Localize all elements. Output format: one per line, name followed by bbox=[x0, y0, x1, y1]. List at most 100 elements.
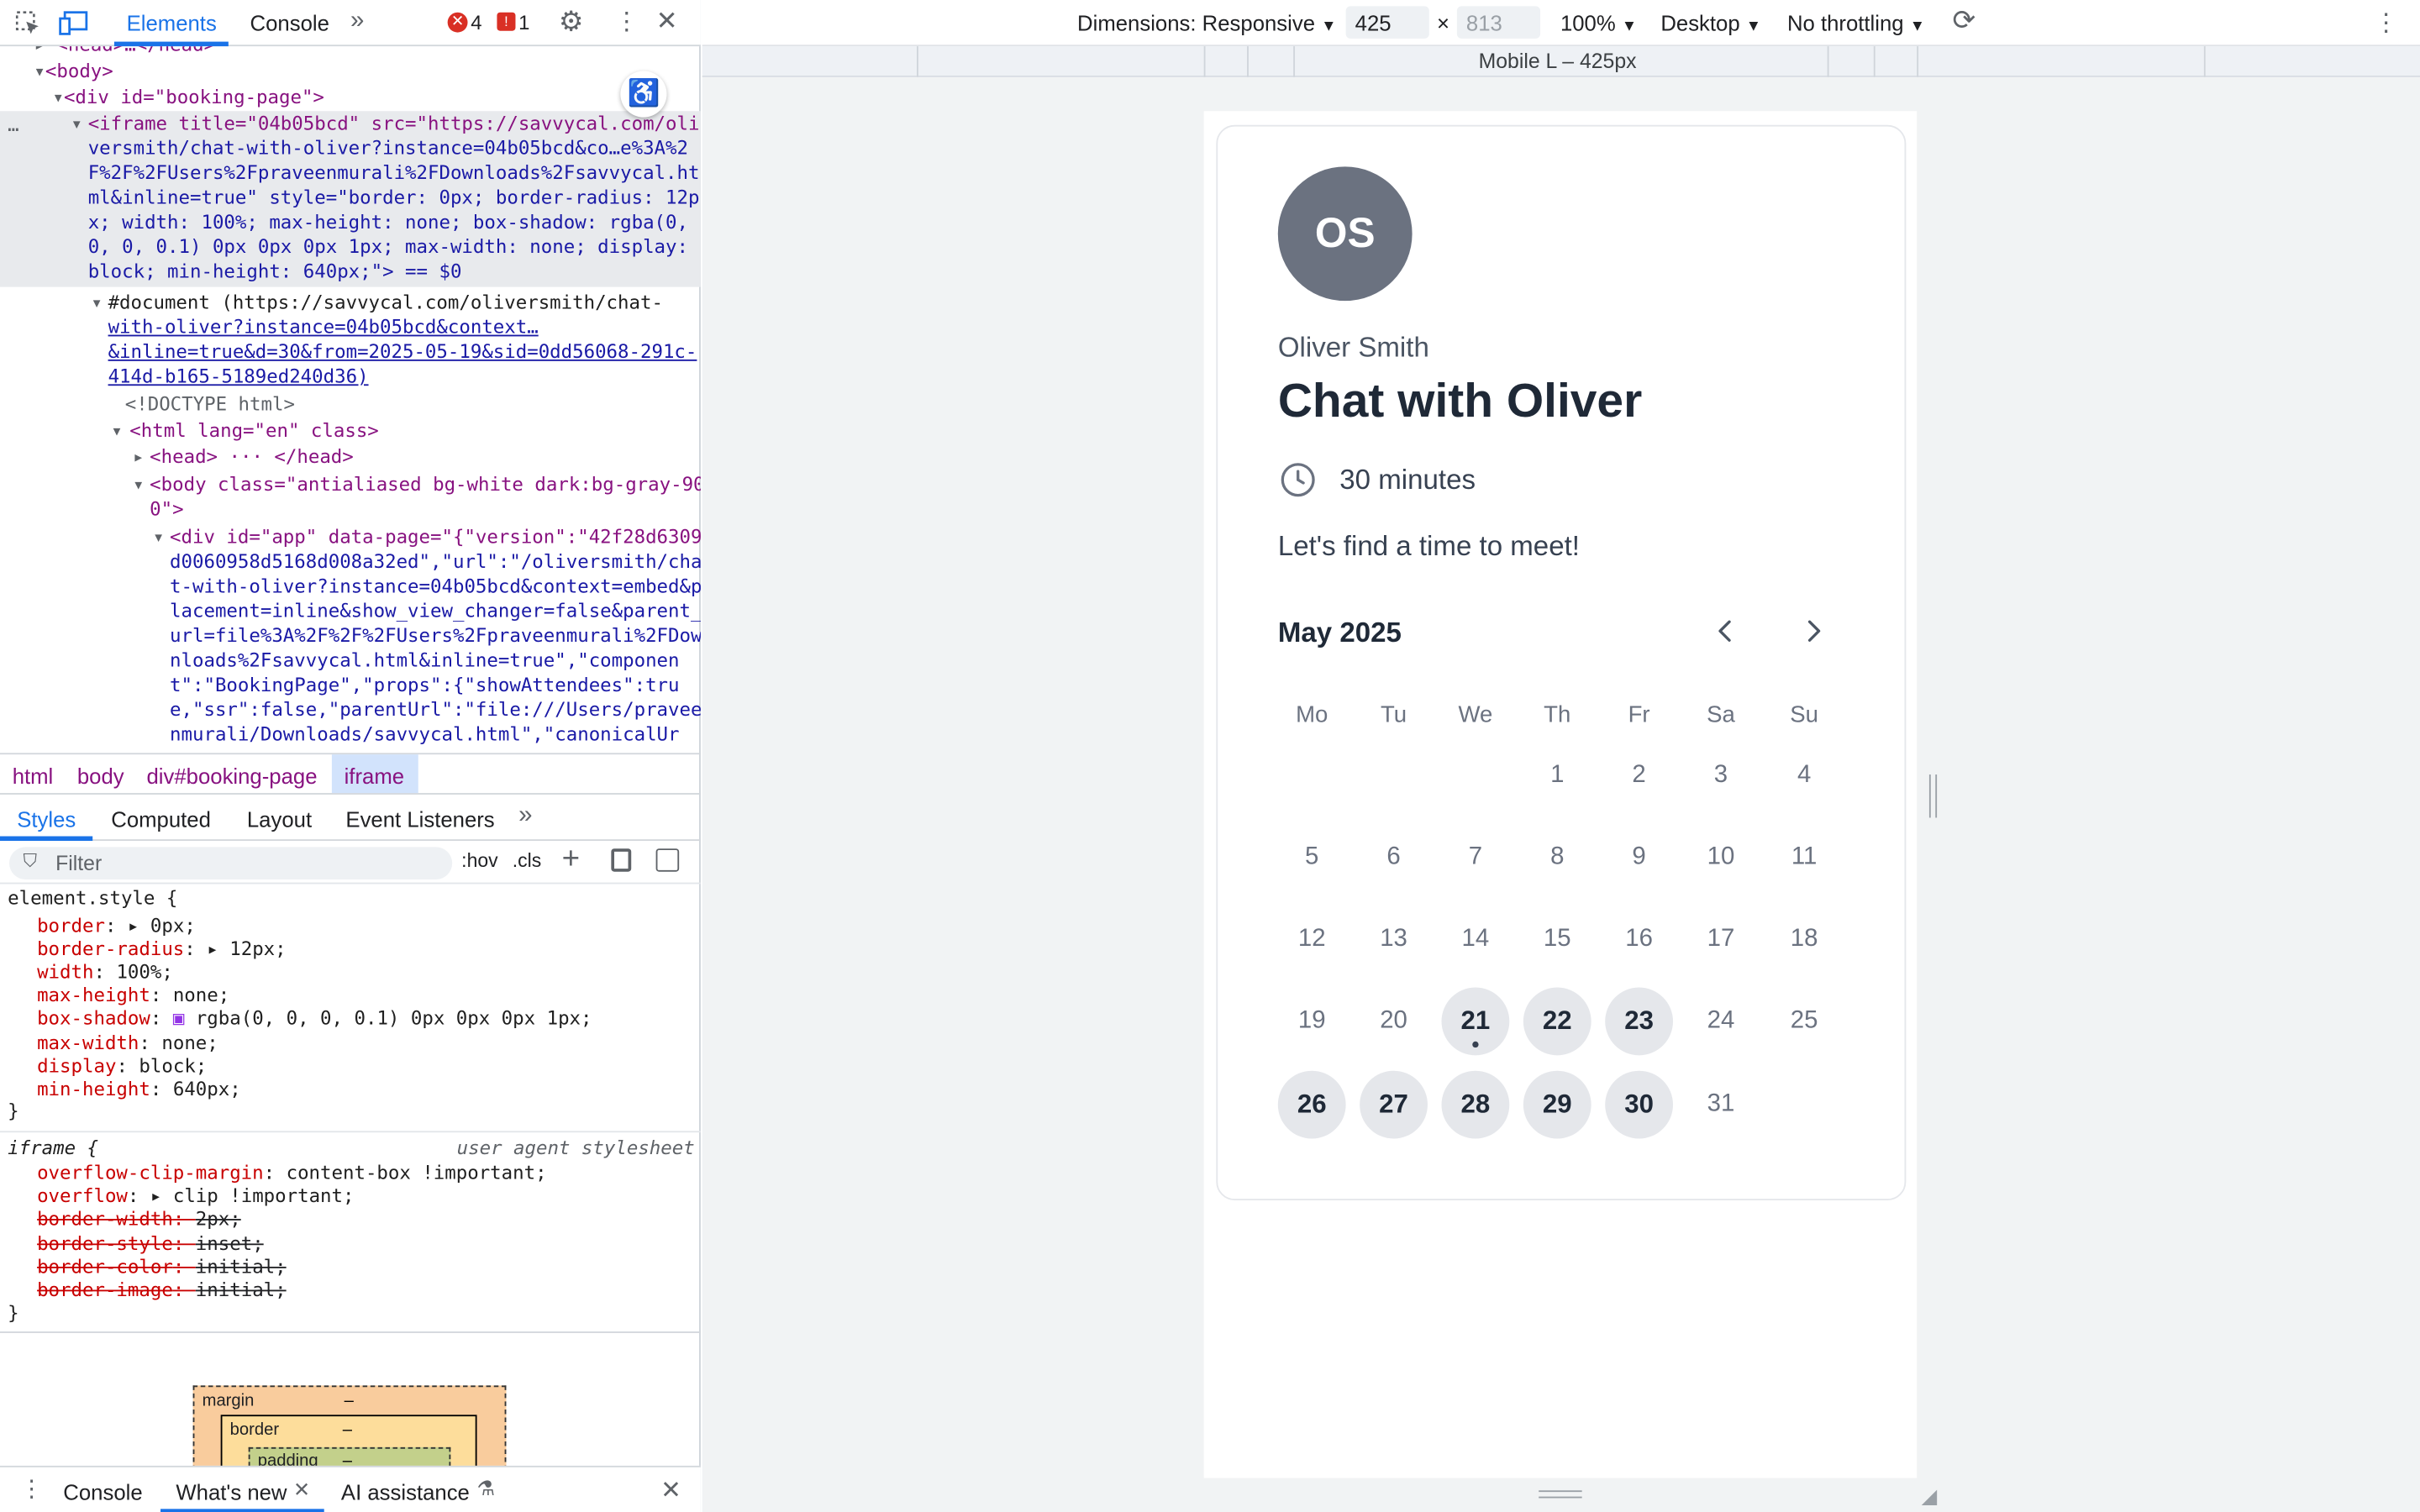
hov-toggle[interactable]: :hov bbox=[461, 850, 497, 872]
drawer-tab-ai-assistance[interactable]: AI assistance bbox=[341, 1479, 470, 1504]
css-property[interactable]: border-radius bbox=[37, 937, 184, 959]
dimensions-select[interactable]: Dimensions: Responsive ▼ bbox=[1077, 11, 1336, 35]
css-property[interactable]: max-height bbox=[37, 984, 150, 1006]
tab-elements[interactable]: Elements bbox=[127, 11, 217, 35]
iframe-rule[interactable]: overflow-clip-margin: content-box !impor… bbox=[37, 1162, 546, 1185]
ruler-segment[interactable] bbox=[917, 46, 918, 77]
warning-count[interactable]: 1 bbox=[518, 11, 529, 34]
ruler-segment[interactable] bbox=[1917, 46, 1919, 77]
iframe-line-0[interactable]: <iframe title="04b05bcd" src="https://sa… bbox=[88, 111, 700, 136]
inspect-element-icon[interactable] bbox=[14, 9, 42, 37]
calendar-day-available[interactable]: 23 bbox=[1605, 987, 1674, 1056]
cls-toggle[interactable]: .cls bbox=[513, 850, 541, 872]
resize-handle-bottom[interactable] bbox=[1539, 1490, 1582, 1499]
zoom-select[interactable]: 100% ▼ bbox=[1560, 11, 1637, 35]
tree-line-body[interactable]: ▾<body> bbox=[34, 59, 113, 84]
css-value[interactable]: rgba(0, 0, 0, 0.1) 0px 0px 0px 1px; bbox=[196, 1008, 592, 1030]
resize-corner-icon[interactable]: ◢ bbox=[1922, 1484, 1937, 1509]
css-property[interactable]: border-width bbox=[37, 1209, 173, 1231]
iframe-rule[interactable]: border-color: initial; bbox=[37, 1256, 287, 1279]
width-input[interactable]: 425 bbox=[1345, 6, 1429, 39]
close-tab-icon[interactable]: ✕ bbox=[293, 1478, 310, 1503]
device-more-icon[interactable]: ⋮ bbox=[2374, 8, 2398, 39]
css-property[interactable]: border-image bbox=[37, 1279, 173, 1301]
css-value[interactable]: initial; bbox=[196, 1256, 287, 1278]
document-line-0[interactable]: #document (https://savvycal.com/oliversm… bbox=[108, 290, 663, 315]
html-tag-line[interactable]: <html lang="en" class> bbox=[129, 418, 379, 444]
css-property[interactable]: max-width bbox=[37, 1032, 139, 1053]
tab-event-listeners[interactable]: Event Listeners bbox=[345, 807, 494, 832]
calendar-day-available[interactable]: 28 bbox=[1441, 1070, 1510, 1139]
breadcrumb-booking-page[interactable]: div#booking-page bbox=[146, 764, 317, 788]
document-line-1[interactable]: with-oliver?instance=04b05bcd&context… bbox=[108, 315, 539, 340]
breadcrumb-iframe[interactable]: iframe bbox=[345, 764, 404, 788]
element-style-rule[interactable]: width: 100%; bbox=[37, 961, 173, 984]
element-style-rule[interactable]: max-height: none; bbox=[37, 984, 229, 1008]
iframe-rule[interactable]: border-image: initial; bbox=[37, 1279, 287, 1303]
css-property[interactable]: min-height bbox=[37, 1079, 150, 1100]
iframe-rule[interactable]: overflow: ▸ clip !important; bbox=[37, 1185, 354, 1209]
prev-month-icon[interactable] bbox=[1710, 616, 1741, 654]
calendar-day-available[interactable]: 22 bbox=[1523, 987, 1591, 1056]
tab-styles[interactable]: Styles bbox=[17, 807, 76, 832]
document-line-3[interactable]: 414d-b165-5189ed240d36) bbox=[108, 364, 369, 389]
css-value[interactable]: initial; bbox=[196, 1279, 287, 1301]
ruler-segment[interactable] bbox=[2203, 46, 2206, 77]
element-style-rule[interactable]: min-height: 640px; bbox=[37, 1079, 241, 1102]
settings-gear-icon[interactable]: ⚙ bbox=[559, 6, 584, 39]
toggle-sidebar-icon[interactable] bbox=[655, 848, 680, 872]
css-property[interactable]: box-shadow bbox=[37, 1008, 150, 1030]
ruler-segment[interactable] bbox=[1293, 46, 1296, 77]
css-property[interactable]: border-color bbox=[37, 1256, 173, 1278]
drawer-menu-icon[interactable]: ⋮ bbox=[20, 1475, 44, 1503]
device-type-select[interactable]: Desktop ▼ bbox=[1660, 11, 1761, 35]
calendar-day-available[interactable]: 27 bbox=[1360, 1070, 1428, 1139]
css-property[interactable]: width bbox=[37, 961, 93, 983]
iframe-rule[interactable]: border-width: 2px; bbox=[37, 1209, 241, 1232]
close-devtools-icon[interactable]: ✕ bbox=[656, 6, 678, 37]
rotate-icon[interactable]: ⟳ bbox=[1952, 5, 1975, 38]
expand-arrow-icon[interactable]: ▸ bbox=[207, 937, 229, 959]
doctype-line[interactable]: <!DOCTYPE html> bbox=[125, 392, 295, 417]
next-month-icon[interactable] bbox=[1798, 616, 1829, 654]
css-value[interactable]: 2px; bbox=[196, 1209, 241, 1231]
css-property[interactable]: border bbox=[37, 914, 105, 936]
expand-arrow-icon[interactable]: ▸ bbox=[150, 1185, 173, 1207]
css-property[interactable]: border-style bbox=[37, 1232, 173, 1254]
filter-input[interactable]: ⛉ Filter bbox=[9, 847, 453, 879]
head-tag-line[interactable]: <head> ··· </head> bbox=[150, 444, 354, 470]
app-line-0[interactable]: <div id="app" data-page="{"version":"42f… bbox=[170, 524, 701, 549]
drawer-tab-whats-new[interactable]: What's new bbox=[176, 1479, 287, 1504]
css-property[interactable]: overflow bbox=[37, 1185, 128, 1207]
element-style-rule[interactable]: max-width: none; bbox=[37, 1032, 218, 1055]
ruler-segment[interactable] bbox=[1203, 46, 1206, 77]
calendar-day-available[interactable]: 29 bbox=[1523, 1070, 1591, 1139]
breadcrumb-html[interactable]: html bbox=[13, 764, 54, 788]
css-value[interactable]: 0px; bbox=[150, 914, 196, 936]
css-value[interactable]: none; bbox=[173, 984, 229, 1006]
document-line-2[interactable]: &inline=true&d=30&from=2025-05-19&sid=0d… bbox=[108, 339, 697, 365]
shadow-swatch-icon[interactable]: ▣ bbox=[173, 1008, 196, 1030]
calendar-day-available[interactable]: 30 bbox=[1605, 1070, 1674, 1139]
element-style-rule[interactable]: border-radius: ▸ 12px; bbox=[37, 937, 287, 961]
more-tabs-icon[interactable]: » bbox=[350, 8, 364, 35]
breadcrumb-body[interactable]: body bbox=[77, 764, 124, 788]
iframe-rule[interactable]: border-style: inset; bbox=[37, 1232, 264, 1256]
css-value[interactable]: 640px; bbox=[173, 1079, 241, 1100]
css-property[interactable]: overflow-clip-margin bbox=[37, 1162, 264, 1184]
tree-line-head[interactable]: ▸ <head>…</head> bbox=[34, 46, 215, 58]
css-value[interactable]: clip !important; bbox=[173, 1185, 355, 1207]
more-options-icon[interactable]: ⋮ bbox=[614, 6, 639, 37]
css-value[interactable]: inset; bbox=[196, 1232, 264, 1254]
warning-icon[interactable]: ! bbox=[497, 12, 516, 31]
css-value[interactable]: block; bbox=[139, 1055, 207, 1077]
expand-arrow-icon[interactable]: ▸ bbox=[128, 914, 150, 936]
tab-layout[interactable]: Layout bbox=[247, 807, 312, 832]
element-style-rule[interactable]: box-shadow: ▣ rgba(0, 0, 0, 0.1) 0px 0px… bbox=[37, 1008, 592, 1032]
error-count[interactable]: 4 bbox=[471, 11, 481, 34]
calendar-day-available[interactable]: 26 bbox=[1277, 1070, 1346, 1139]
body-class-line-0[interactable]: <body class="antialiased bg-white dark:b… bbox=[150, 472, 701, 497]
css-value[interactable]: none; bbox=[161, 1032, 218, 1053]
new-rule-icon[interactable]: + bbox=[562, 843, 580, 878]
box-model-margin[interactable]: margin – border – padding – bbox=[192, 1385, 507, 1482]
